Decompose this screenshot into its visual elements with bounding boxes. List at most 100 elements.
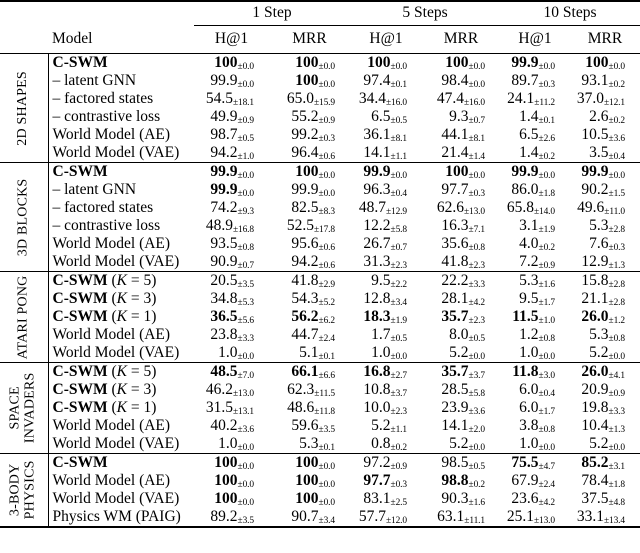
- metric-stddev: ±0.3: [468, 189, 486, 199]
- bottomrule: [0, 526, 640, 529]
- metric-mean: 95.6: [291, 235, 319, 252]
- model-name: C-SWM (K = 5): [48, 272, 194, 290]
- metric-stddev: ±0.1: [318, 352, 336, 362]
- step-group-label: 5 Steps: [350, 4, 500, 26]
- metric-value: 28.5±5.8: [422, 381, 500, 399]
- metric-value: 90.7±3.4: [269, 508, 350, 527]
- metric-value: 5.1±0.1: [269, 344, 350, 363]
- metric-value: 75.5±4.7: [500, 454, 570, 472]
- metric-stddev: ±0.0: [237, 443, 255, 453]
- model-name: World Model (AE): [52, 326, 171, 343]
- model-k-parameter: (K = 1): [107, 399, 157, 416]
- metric-mean: 74.2: [210, 199, 238, 216]
- model-base-name: C-SWM: [52, 272, 108, 289]
- metric-stddev: ±0.4: [390, 189, 408, 199]
- metric-mean: 49.6: [577, 199, 605, 216]
- metric-stddev: ±6.2: [318, 316, 336, 326]
- metric-value: 48.5±7.0: [194, 363, 269, 381]
- metric-value: 4.0±0.2: [500, 235, 570, 253]
- metric-mean: 1.7: [371, 326, 391, 343]
- metric-stddev: ±3.4: [318, 516, 336, 526]
- model-base-name: C-SWM: [52, 308, 108, 325]
- metric-stddev: ±1.0: [538, 316, 556, 326]
- metric-mean: 44.1: [441, 126, 469, 143]
- metric-value: 23.9±3.6: [422, 399, 500, 417]
- metric-value: 1.0±0.0: [500, 435, 570, 454]
- metric-stddev: ±13.0: [463, 207, 485, 217]
- metric-value: 24.1±11.2: [500, 90, 570, 108]
- metric-stddev: ±4.1: [608, 371, 626, 381]
- metric-value: 3.1±1.9: [500, 217, 570, 235]
- metric-value: 96.4±0.6: [269, 144, 350, 163]
- model-name: World Model (AE): [52, 417, 171, 434]
- metric-stddev: ±0.6: [318, 152, 336, 162]
- metric-mean: 1.2: [519, 326, 539, 343]
- metric-value: 10.5±3.6: [570, 126, 640, 144]
- metric-value: 86.0±1.8: [500, 181, 570, 199]
- table-row: World Model (VAE) 94.2±1.0 96.4±0.6 14.1±1.…: [0, 144, 640, 163]
- metric-mean: 78.4: [581, 472, 609, 489]
- metric-stddev: ±16.8: [232, 225, 254, 235]
- metric-value: 1.0±0.0: [194, 344, 269, 363]
- table-row: C-SWM (K = 3) 34.8±5.3 54.3±5.2 12.8±3.4 28.…: [0, 290, 640, 308]
- metric-stddev: ±17.8: [313, 225, 335, 235]
- metric-stddev: ±0.9: [608, 389, 626, 399]
- metric-value: 3.5±0.4: [570, 144, 640, 163]
- dataset-group-label-text: SPACE INVADERS: [7, 372, 38, 444]
- metric-mean: 55.2: [291, 108, 319, 125]
- group-label-spacer: [24, 27, 48, 54]
- results-table-container: 1 Step 5 Steps 10 Steps Model H@1 MRR H@1 MRR H@…: [0, 0, 640, 553]
- metric-header-mrr: MRR: [292, 30, 327, 47]
- metric-mean: 100: [295, 72, 319, 89]
- metric-value: 9.5±1.7: [500, 290, 570, 308]
- metric-mean: 22.2: [441, 272, 469, 289]
- model-k-parameter: (K = 1): [107, 308, 157, 325]
- metric-value: 8.0±0.5: [422, 326, 500, 344]
- metric-stddev: ±4.2: [468, 298, 486, 308]
- metric-stddev: ±0.0: [318, 80, 336, 90]
- metric-mean: 41.8: [441, 253, 469, 270]
- table-row: – factored states 54.5±18.1 65.0±15.9 34.4±…: [0, 90, 640, 108]
- metric-stddev: ±2.4: [318, 334, 336, 344]
- metric-mean: 82.5: [291, 199, 319, 216]
- metric-stddev: ±16.0: [385, 98, 407, 108]
- metric-value: 100±0.0: [194, 490, 269, 508]
- metric-stddev: ±0.0: [237, 498, 255, 508]
- metric-mean: 100: [295, 54, 319, 71]
- table-row: SPACE INVADERS C-SWM (K = 5) 48.5±7.0 66.1±6…: [0, 363, 640, 454]
- metric-mean: 5.3: [589, 217, 609, 234]
- metric-stddev: ±0.8: [538, 425, 556, 435]
- metric-stddev: ±8.3: [318, 207, 336, 217]
- metric-mean: 100: [214, 472, 238, 489]
- metric-mean: 65.8: [506, 199, 534, 216]
- metric-stddev: ±0.7: [237, 261, 255, 271]
- metric-mean: 24.1: [507, 90, 535, 107]
- metric-stddev: ±1.9: [390, 316, 408, 326]
- metric-value: 35.7±3.7: [422, 363, 500, 381]
- metric-mean: 1.4: [519, 108, 539, 125]
- metric-stddev: ±0.8: [237, 243, 255, 253]
- metric-stddev: ±14.0: [533, 207, 555, 217]
- model-name: C-SWM: [52, 54, 108, 71]
- metric-value: 26.0±1.2: [570, 308, 640, 326]
- metric-value: 90.3±1.6: [422, 490, 500, 508]
- metric-mean: 100: [214, 54, 238, 71]
- metric-mean: 65.0: [286, 90, 314, 107]
- table-row: World Model (VAE) 100±0.0 100±0.0 83.1±2.5 9…: [0, 490, 640, 508]
- metric-mean: 75.5: [511, 454, 539, 471]
- metric-stddev: ±3.1: [608, 462, 626, 472]
- metric-value: 48.6±11.8: [269, 399, 350, 417]
- metric-stddev: ±1.1: [390, 425, 408, 435]
- metric-value: 97.2±0.9: [350, 454, 422, 472]
- metric-stddev: ±0.8: [608, 334, 626, 344]
- metric-mean: 1.0: [371, 344, 391, 361]
- metric-mean: 26.0: [581, 308, 609, 325]
- metric-mean: 93.1: [581, 72, 609, 89]
- metric-value: 94.2±1.0: [194, 144, 269, 163]
- metric-mean: 59.6: [291, 417, 319, 434]
- metric-value: 28.1±4.2: [422, 290, 500, 308]
- metric-stddev: ±1.2: [608, 316, 626, 326]
- metric-value: 5.2±0.0: [570, 344, 640, 363]
- metric-stddev: ±2.5: [390, 498, 408, 508]
- model-name: Physics WM (PAIG): [52, 508, 181, 525]
